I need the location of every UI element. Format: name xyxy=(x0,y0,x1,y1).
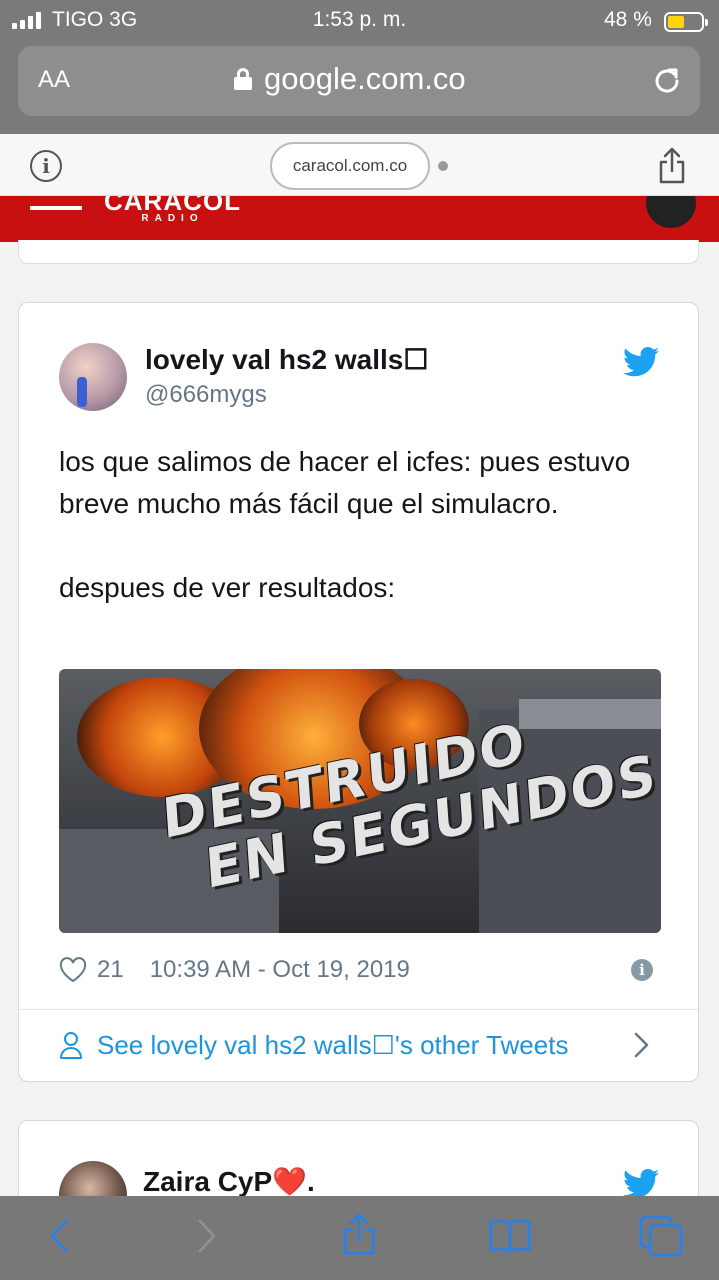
heart-emoji: ❤️ xyxy=(272,1166,308,1197)
tweet-timestamp[interactable]: 10:39 AM - Oct 19, 2019 xyxy=(150,956,410,984)
forward-icon[interactable] xyxy=(192,1216,222,1256)
bookmarks-icon[interactable] xyxy=(488,1218,532,1254)
twitter-bird-icon[interactable] xyxy=(623,1169,659,1199)
author-name-text: Zaira CyP xyxy=(143,1166,273,1197)
back-icon[interactable] xyxy=(44,1216,74,1256)
reload-icon[interactable] xyxy=(650,64,684,98)
divider xyxy=(19,1009,698,1010)
like-count[interactable]: 21 xyxy=(97,956,124,984)
share-icon[interactable] xyxy=(340,1212,378,1256)
info-icon[interactable]: i xyxy=(30,150,62,182)
share-icon[interactable] xyxy=(656,146,688,184)
browser-chrome: TIGO 3G 1:53 p. m. 48 % AA google.com.co xyxy=(0,0,719,134)
person-icon xyxy=(60,1032,82,1059)
tweet-text: los que salimos de hacer el icfes: pues … xyxy=(59,446,631,603)
site-chip[interactable]: caracol.com.co xyxy=(270,142,430,190)
info-small-icon[interactable]: i xyxy=(631,959,653,981)
caracol-logo[interactable]: CARACOL RADIO xyxy=(104,196,241,224)
text-size-button[interactable]: AA xyxy=(38,66,70,94)
chevron-right-icon[interactable] xyxy=(633,1031,651,1059)
author-handle[interactable]: @666mygs xyxy=(145,381,267,409)
tabs-icon[interactable] xyxy=(638,1214,684,1258)
menu-icon[interactable] xyxy=(30,206,82,210)
status-bar: TIGO 3G 1:53 p. m. 48 % xyxy=(0,6,719,36)
caracol-header: CARACOL RADIO xyxy=(0,196,719,242)
author-name[interactable]: lovely val hs2 walls☐ xyxy=(145,343,428,376)
heart-icon[interactable] xyxy=(59,957,87,983)
see-other-tweets-label: See lovely val hs2 walls☐'s other Tweets xyxy=(97,1029,569,1060)
address-bar[interactable]: AA google.com.co xyxy=(18,46,700,116)
see-other-tweets-link[interactable]: See lovely val hs2 walls☐'s other Tweets xyxy=(59,1025,659,1065)
play-button[interactable] xyxy=(646,196,696,228)
avatar[interactable] xyxy=(59,343,127,411)
author-name[interactable]: Zaira CyP❤️. xyxy=(143,1165,315,1198)
previous-card xyxy=(18,240,699,264)
twitter-bird-icon[interactable] xyxy=(623,347,659,377)
url-domain[interactable]: google.com.co xyxy=(264,61,466,97)
tweet-media[interactable]: DESTRUIDO EN SEGUNDOS xyxy=(59,669,661,933)
lock-icon xyxy=(234,68,252,90)
status-dot xyxy=(438,161,448,171)
battery-icon xyxy=(664,12,708,32)
tweet-card: lovely val hs2 walls☐ @666mygs los que s… xyxy=(18,302,699,1082)
browser-toolbar xyxy=(0,1196,719,1280)
battery-percent: 48 % xyxy=(604,8,652,31)
author-name-trailing: . xyxy=(307,1166,315,1197)
amp-site-toolbar: i caracol.com.co xyxy=(0,134,719,196)
tweet-meta: 21 10:39 AM - Oct 19, 2019 xyxy=(59,953,410,987)
